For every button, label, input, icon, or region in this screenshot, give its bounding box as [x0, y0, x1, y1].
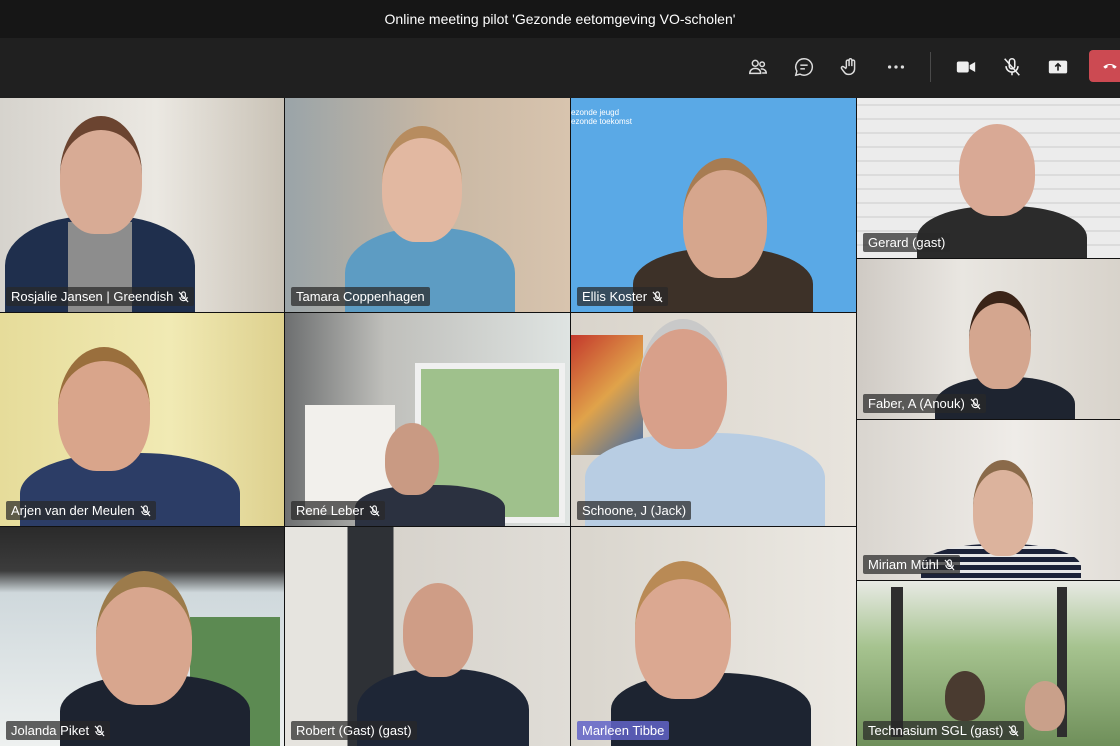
participant-name: Arjen van der Meulen: [11, 503, 135, 518]
video-tile[interactable]: Rosjalie Jansen | Greendish: [0, 98, 284, 312]
camera-icon: [956, 61, 976, 73]
video-tile[interactable]: Robert (Gast) (gast): [285, 527, 570, 746]
participant-nameplate: Marleen Tibbe: [577, 721, 670, 740]
participant-name: Faber, A (Anouk): [868, 396, 965, 411]
more-options-icon: [887, 65, 905, 69]
raise-hand-button[interactable]: [835, 52, 865, 82]
mic-muted-icon: [944, 558, 955, 570]
video-tile[interactable]: ezonde jeugd ezonde toekomst Ellis Koste…: [571, 98, 856, 312]
raise-hand-icon: [840, 58, 856, 76]
video-tile[interactable]: René Leber: [285, 313, 570, 526]
participant-name: Ellis Koster: [582, 289, 648, 304]
participant-name: Tamara Coppenhagen: [296, 289, 425, 304]
participant-name: Schoone, J (Jack): [582, 503, 687, 518]
video-tile[interactable]: Gerard (gast): [857, 98, 1120, 258]
video-tile[interactable]: Schoone, J (Jack): [571, 313, 856, 526]
share-screen-icon: [1048, 60, 1068, 74]
participant-name: Gerard (gast): [868, 235, 946, 250]
video-tile[interactable]: Tamara Coppenhagen: [285, 98, 570, 312]
participant-name: Rosjalie Jansen | Greendish: [11, 289, 174, 304]
mic-muted-icon: [1008, 724, 1019, 736]
participant-nameplate: Arjen van der Meulen: [6, 501, 156, 520]
video-tile[interactable]: Jolanda Piket: [0, 527, 284, 746]
participant-nameplate: Robert (Gast) (gast): [291, 721, 417, 740]
share-screen-button[interactable]: [1043, 52, 1073, 82]
video-grid: Rosjalie Jansen | Greendish Tamara Coppe…: [0, 98, 1120, 746]
mic-muted-icon: [970, 397, 981, 409]
mic-muted-icon: [369, 504, 380, 516]
video-tile[interactable]: Faber, A (Anouk): [857, 259, 1120, 419]
mic-muted-icon: [94, 724, 105, 736]
participant-nameplate: René Leber: [291, 501, 385, 520]
more-options-button[interactable]: [881, 52, 911, 82]
participant-name: René Leber: [296, 503, 364, 518]
participant-nameplate: Jolanda Piket: [6, 721, 111, 740]
participant-name: Miriam Mühl: [868, 557, 939, 572]
toolbar-divider: [930, 52, 931, 82]
participant-name: Robert (Gast) (gast): [296, 723, 412, 738]
participant-name: Marleen Tibbe: [582, 723, 665, 738]
participant-nameplate: Tamara Coppenhagen: [291, 287, 430, 306]
participant-nameplate: Faber, A (Anouk): [863, 394, 986, 413]
participant-nameplate: Ellis Koster: [577, 287, 669, 306]
mic-muted-icon: [178, 290, 189, 302]
chat-icon: [794, 58, 814, 77]
chat-button[interactable]: [789, 52, 819, 82]
mic-button[interactable]: [997, 52, 1027, 82]
participant-nameplate: Gerard (gast): [863, 233, 951, 252]
participant-name: Technasium SGL (gast): [868, 723, 1004, 738]
mic-muted-icon: [140, 504, 151, 516]
camera-button[interactable]: [951, 52, 981, 82]
video-tile[interactable]: Marleen Tibbe: [571, 527, 856, 746]
video-tile[interactable]: Technasium SGL (gast): [857, 581, 1120, 746]
hang-up-button[interactable]: [1089, 50, 1120, 82]
hang-up-icon: [1103, 63, 1117, 69]
meeting-title-bar: Online meeting pilot 'Gezonde eetomgevin…: [0, 0, 1120, 38]
mic-muted-icon: [652, 290, 663, 302]
participant-nameplate: Rosjalie Jansen | Greendish: [6, 287, 195, 306]
people-icon: [749, 59, 767, 75]
video-tile[interactable]: Miriam Mühl: [857, 420, 1120, 580]
participant-nameplate: Technasium SGL (gast): [863, 721, 1025, 740]
people-button[interactable]: [743, 52, 773, 82]
video-tile[interactable]: Arjen van der Meulen: [0, 313, 284, 526]
mic-muted-icon: [1004, 57, 1020, 76]
call-toolbar: [0, 38, 1120, 96]
participant-nameplate: Miriam Mühl: [863, 555, 960, 574]
background-banner: ezonde jeugd ezonde toekomst: [571, 108, 632, 126]
meeting-title: Online meeting pilot 'Gezonde eetomgevin…: [384, 11, 736, 27]
participant-name: Jolanda Piket: [11, 723, 90, 738]
participant-nameplate: Schoone, J (Jack): [577, 501, 692, 520]
